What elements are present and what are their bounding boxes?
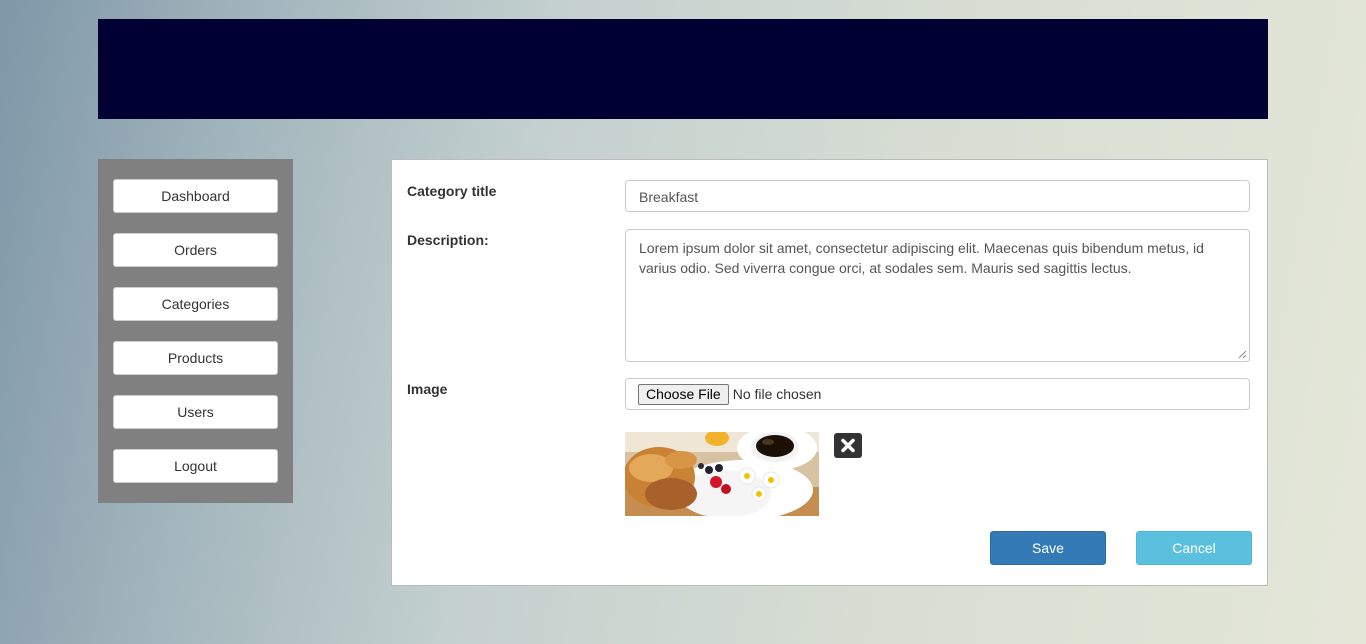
image-file-input[interactable]: Choose File No file chosen <box>625 378 1250 410</box>
category-title-label: Category title <box>407 183 497 199</box>
resize-grip-icon[interactable] <box>1238 350 1247 359</box>
choose-file-button[interactable]: Choose File <box>638 383 729 405</box>
file-status-text: No file chosen <box>732 386 822 402</box>
category-image-thumbnail <box>625 432 819 516</box>
sidebar-item-categories[interactable]: Categories <box>113 287 278 321</box>
cancel-button[interactable]: Cancel <box>1136 531 1252 565</box>
category-title-input[interactable]: Breakfast <box>625 180 1250 212</box>
remove-image-button[interactable] <box>834 433 862 458</box>
description-label: Description: <box>407 232 489 248</box>
category-form: Category title Breakfast Description: Lo… <box>391 159 1268 586</box>
image-label: Image <box>407 381 448 397</box>
description-textarea[interactable]: Lorem ipsum dolor sit amet, consectetur … <box>625 229 1250 362</box>
sidebar-item-dashboard[interactable]: Dashboard <box>113 179 278 213</box>
sidebar-item-orders[interactable]: Orders <box>113 233 278 267</box>
sidebar-item-users[interactable]: Users <box>113 395 278 429</box>
sidebar-item-products[interactable]: Products <box>113 341 278 375</box>
description-text: Lorem ipsum dolor sit amet, consectetur … <box>639 240 1204 276</box>
sidebar-item-logout[interactable]: Logout <box>113 449 278 483</box>
save-button[interactable]: Save <box>990 531 1106 565</box>
sidebar: Dashboard Orders Categories Products Use… <box>98 159 293 503</box>
header-banner <box>98 19 1268 119</box>
close-icon <box>841 438 855 453</box>
